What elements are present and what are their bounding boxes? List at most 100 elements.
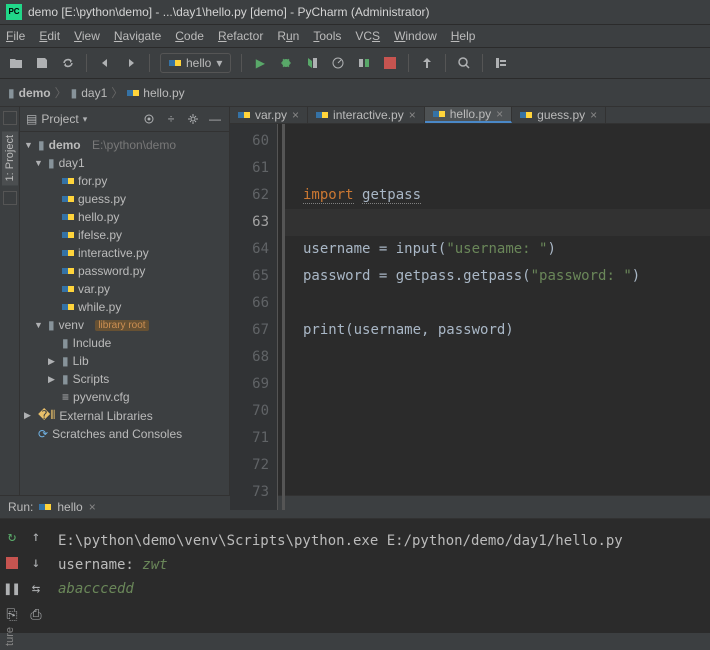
run-output[interactable]: E:\python\demo\venv\Scripts\python.exe E… [48, 525, 710, 627]
rerun-icon[interactable]: ↻ [4, 529, 20, 545]
down-icon[interactable]: ↓ [28, 555, 44, 571]
project-view-selector[interactable]: ▤ Project ▾ [26, 112, 87, 126]
left-gutter: 1: Project [0, 107, 20, 495]
list-icon: ▤ [26, 112, 37, 126]
menu-refactor[interactable]: Refactor [218, 29, 263, 43]
tree-external-libraries[interactable]: ▶ �⫴ External Libraries [20, 406, 229, 425]
project-tool-tab[interactable]: 1: Project [2, 131, 18, 185]
pause-icon[interactable]: ❚❚ [4, 581, 20, 597]
close-run-tab-icon[interactable]: × [89, 500, 96, 514]
coverage-icon[interactable] [304, 55, 320, 71]
collapse-all-icon[interactable]: ÷ [163, 111, 179, 127]
folder-icon: ▮ [48, 318, 55, 332]
python-icon [127, 87, 139, 99]
menu-code[interactable]: Code [175, 29, 204, 43]
run-controls-left: ↻ ❚❚ ⎘ [0, 525, 24, 627]
menu-edit[interactable]: Edit [39, 29, 60, 43]
back-icon[interactable] [97, 55, 113, 71]
libraries-icon: �⫴ [38, 408, 55, 423]
close-tab-icon[interactable]: × [409, 108, 416, 122]
chevron-down-icon: ▼ [34, 158, 44, 168]
tree-file[interactable]: var.py [20, 280, 229, 298]
python-icon [62, 175, 74, 187]
menu-file[interactable]: File [6, 29, 25, 43]
folder-icon: ▮ [62, 372, 69, 386]
main-toolbar: hello ▾ ▶ [0, 48, 710, 79]
tree-file-pyvenv[interactable]: ≡ pyvenv.cfg [20, 388, 229, 406]
editor-tab[interactable]: var.py× [230, 107, 308, 123]
folder-icon: ▮ [62, 354, 69, 368]
code-area[interactable]: 6061626364656667686970717273 import getp… [230, 124, 710, 510]
forward-icon[interactable] [123, 55, 139, 71]
python-icon [316, 109, 328, 121]
tree-file[interactable]: while.py [20, 298, 229, 316]
code-content[interactable]: import getpass username = input("usernam… [282, 124, 710, 510]
editor-tab[interactable]: interactive.py× [308, 107, 425, 123]
bottom-side-tab[interactable]: ture [0, 623, 20, 650]
print-icon[interactable]: ⎙ [28, 607, 44, 623]
output-line: E:\python\demo\venv\Scripts\python.exe E… [58, 529, 700, 553]
menu-help[interactable]: Help [451, 29, 476, 43]
up-icon[interactable]: ↑ [28, 529, 44, 545]
breadcrumb-folder[interactable]: day1 [81, 86, 107, 100]
chevron-right-icon: ▶ [48, 374, 58, 385]
search-everywhere-icon[interactable] [456, 55, 472, 71]
hide-icon[interactable]: — [207, 111, 223, 127]
structure-icon[interactable] [493, 55, 509, 71]
run-config-selector[interactable]: hello ▾ [160, 53, 231, 73]
tree-file[interactable]: guess.py [20, 190, 229, 208]
tree-file[interactable]: hello.py [20, 208, 229, 226]
python-icon [520, 109, 532, 121]
project-tree: ▼ ▮ demo E:\python\demo ▼ ▮ day1 for.pyg… [20, 132, 229, 447]
side-square-icon[interactable] [3, 191, 17, 205]
tree-folder-venv[interactable]: ▼ ▮ venv library root [20, 316, 229, 334]
tree-folder[interactable]: ▶▮Lib [20, 352, 229, 370]
profile-icon[interactable] [330, 55, 346, 71]
breadcrumb-project[interactable]: demo [19, 86, 51, 100]
target-icon[interactable] [141, 111, 157, 127]
concurrency-icon[interactable] [356, 55, 372, 71]
tree-file[interactable]: ifelse.py [20, 226, 229, 244]
run-config-name[interactable]: hello [57, 500, 82, 514]
menu-window[interactable]: Window [394, 29, 437, 43]
breadcrumb-file[interactable]: hello.py [143, 86, 184, 100]
run-icon[interactable]: ▶ [252, 55, 268, 71]
line-gutter: 6061626364656667686970717273 [230, 124, 278, 510]
stop-icon[interactable] [4, 555, 20, 571]
menu-navigate[interactable]: Navigate [114, 29, 161, 43]
save-all-icon[interactable] [34, 55, 50, 71]
menu-view[interactable]: View [74, 29, 100, 43]
close-tab-icon[interactable]: × [496, 107, 503, 121]
vcs-update-icon[interactable] [419, 55, 435, 71]
close-tab-icon[interactable]: × [590, 108, 597, 122]
side-square-icon[interactable] [3, 111, 17, 125]
menu-run[interactable]: Run [277, 29, 299, 43]
tree-file[interactable]: password.py [20, 262, 229, 280]
debug-icon[interactable] [278, 55, 294, 71]
gear-icon[interactable] [185, 111, 201, 127]
exit-icon[interactable]: ⎘ [4, 607, 20, 623]
text-file-icon: ≡ [62, 390, 69, 404]
tree-file[interactable]: interactive.py [20, 244, 229, 262]
tree-folder-day1[interactable]: ▼ ▮ day1 [20, 154, 229, 172]
tree-folder[interactable]: ▮Include [20, 334, 229, 352]
tree-root[interactable]: ▼ ▮ demo E:\python\demo [20, 136, 229, 154]
tree-folder[interactable]: ▶▮Scripts [20, 370, 229, 388]
wrap-icon[interactable]: ⇆ [28, 581, 44, 597]
menu-tools[interactable]: Tools [313, 29, 341, 43]
editor-tab[interactable]: hello.py× [425, 107, 512, 123]
menu-vcs[interactable]: VCS [355, 29, 380, 43]
chevron-down-icon: ▼ [34, 320, 44, 330]
tree-scratches[interactable]: ⟳ Scratches and Consoles [20, 425, 229, 443]
sync-icon[interactable] [60, 55, 76, 71]
stop-icon[interactable] [382, 55, 398, 71]
python-icon [39, 501, 51, 513]
tree-file[interactable]: for.py [20, 172, 229, 190]
close-tab-icon[interactable]: × [292, 108, 299, 122]
editor-tab[interactable]: guess.py× [512, 107, 606, 123]
python-icon [62, 211, 74, 223]
output-line: abacccedd [58, 577, 700, 601]
breadcrumb: ▮ demo 〉 ▮ day1 〉 hello.py [0, 79, 710, 107]
open-icon[interactable] [8, 55, 24, 71]
run-config-label: hello [186, 56, 211, 70]
